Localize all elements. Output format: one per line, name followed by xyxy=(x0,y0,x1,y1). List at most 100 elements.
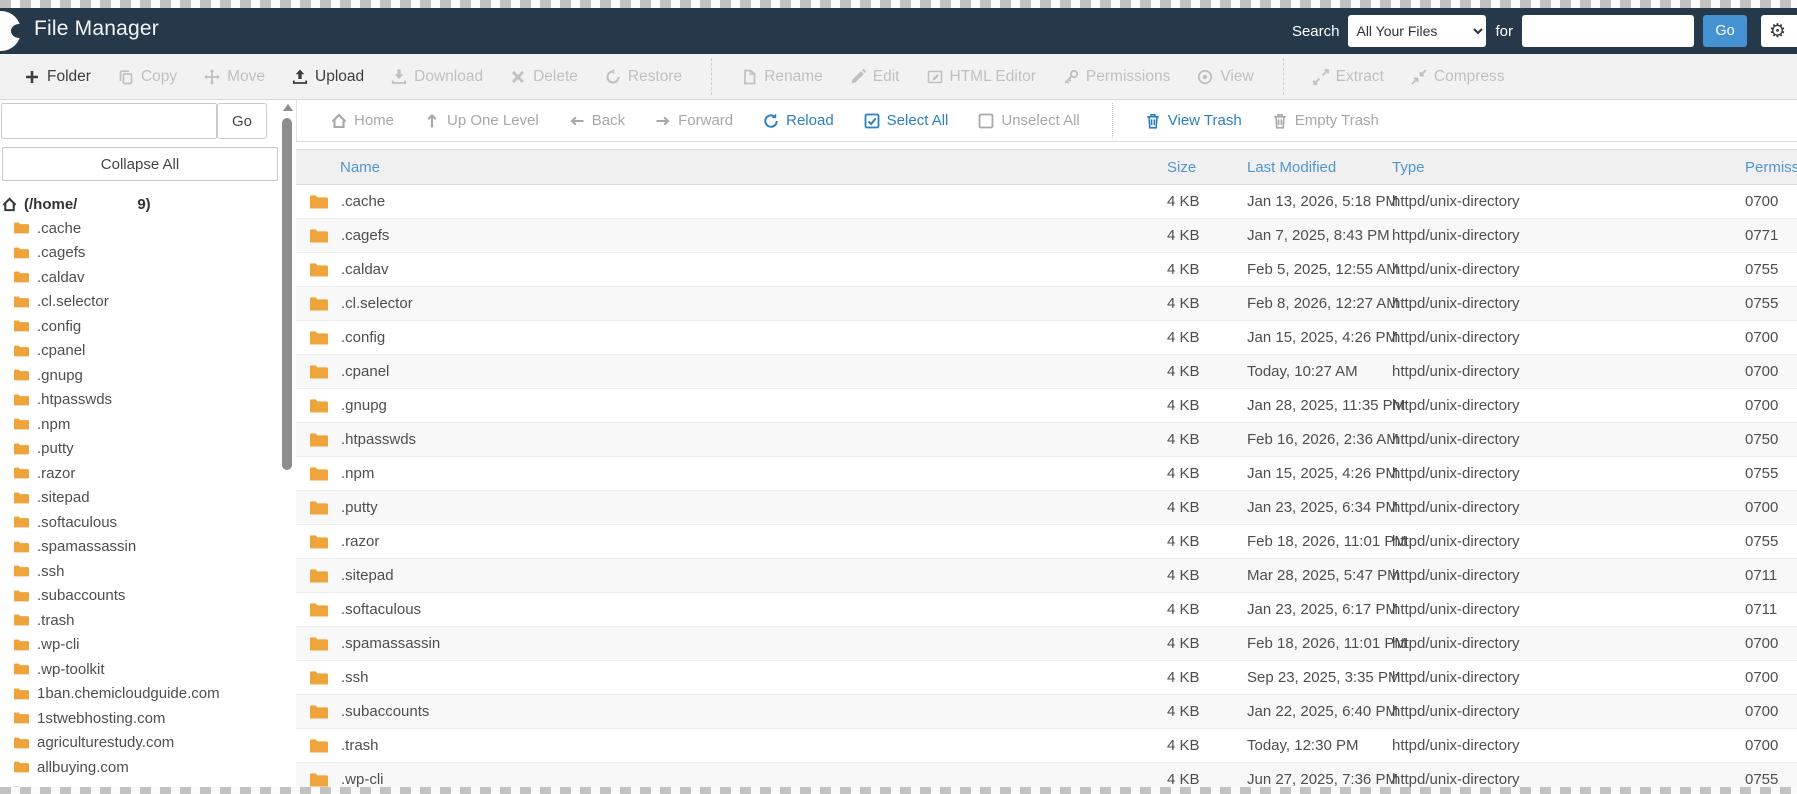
folder-icon xyxy=(310,398,328,412)
move-icon xyxy=(204,68,221,85)
sidebar-folder-item[interactable]: .razor xyxy=(0,461,281,486)
column-header-name[interactable]: Name xyxy=(310,159,1167,176)
search-go-button[interactable]: Go xyxy=(1703,15,1747,47)
table-row[interactable]: .putty 4 KB Jan 23, 2025, 6:34 PM httpd/… xyxy=(296,491,1797,525)
folder-icon xyxy=(310,466,328,480)
upload-button[interactable]: Upload xyxy=(292,68,364,86)
sidebar-folder-item[interactable]: 1ban.chemicloudguide.com xyxy=(0,682,281,707)
empty-trash-button[interactable]: Empty Trash xyxy=(1272,112,1379,129)
collapse-all-button[interactable]: Collapse All xyxy=(2,147,278,181)
table-row[interactable]: .htpasswds 4 KB Feb 16, 2026, 2:36 AM ht… xyxy=(296,423,1797,457)
column-header-size[interactable]: Size xyxy=(1167,159,1247,176)
file-name: .cagefs xyxy=(341,227,390,244)
new-folder-button[interactable]: Folder xyxy=(24,68,91,86)
app-header: File Manager Search All Your Files for G… xyxy=(0,8,1797,54)
table-row[interactable]: .cpanel 4 KB Today, 10:27 AM httpd/unix-… xyxy=(296,355,1797,389)
sidebar-scrollbar[interactable] xyxy=(281,102,294,794)
folder-icon xyxy=(310,636,328,650)
upload-icon xyxy=(292,69,308,84)
file-permissions: 0700 xyxy=(1745,363,1779,380)
extract-button[interactable]: Extract xyxy=(1312,68,1384,86)
sidebar-folder-item[interactable]: .cagefs xyxy=(0,241,281,266)
sidebar-folder-item[interactable]: .subaccounts xyxy=(0,584,281,609)
rename-button[interactable]: Rename xyxy=(741,68,823,86)
table-row[interactable]: .config 4 KB Jan 15, 2025, 4:26 PM httpd… xyxy=(296,321,1797,355)
sidebar-folder-item[interactable]: .cl.selector xyxy=(0,290,281,315)
delete-button[interactable]: Delete xyxy=(510,68,578,86)
copy-button[interactable]: Copy xyxy=(118,68,177,86)
file-name: .wp-cli xyxy=(341,771,384,788)
table-row[interactable]: .cagefs 4 KB Jan 7, 2025, 8:43 PM httpd/… xyxy=(296,219,1797,253)
edit-button[interactable]: Edit xyxy=(850,68,900,86)
tree-root-home[interactable]: (/home/9) xyxy=(0,192,281,216)
table-row[interactable]: .npm 4 KB Jan 15, 2025, 4:26 PM httpd/un… xyxy=(296,457,1797,491)
folder-icon xyxy=(310,296,328,310)
sidebar-folder-item[interactable]: .ssh xyxy=(0,559,281,584)
column-header-last-modified[interactable]: Last Modified xyxy=(1247,159,1392,176)
sidebar-folder-item[interactable]: .sitepad xyxy=(0,486,281,511)
compress-icon xyxy=(1411,68,1427,85)
file-type: httpd/unix-directory xyxy=(1392,363,1520,380)
table-row[interactable]: .sitepad 4 KB Mar 28, 2025, 5:47 PM http… xyxy=(296,559,1797,593)
table-row[interactable]: .trash 4 KB Today, 12:30 PM httpd/unix-d… xyxy=(296,729,1797,763)
search-input[interactable] xyxy=(1522,15,1694,47)
sidebar-folder-item[interactable]: .cpanel xyxy=(0,339,281,364)
unselect-all-button[interactable]: Unselect All xyxy=(978,112,1080,129)
sidebar-folder-item[interactable]: 1stwebhosting.com xyxy=(0,706,281,731)
sidebar-folder-item[interactable]: .softaculous xyxy=(0,510,281,535)
folder-icon xyxy=(310,602,328,616)
file-permissions: 0700 xyxy=(1745,499,1779,516)
table-row[interactable]: .gnupg 4 KB Jan 28, 2025, 11:35 PM httpd… xyxy=(296,389,1797,423)
scrollbar-thumb[interactable] xyxy=(282,118,292,470)
table-row[interactable]: .ssh 4 KB Sep 23, 2025, 3:35 PM httpd/un… xyxy=(296,661,1797,695)
forward-button[interactable]: Forward xyxy=(655,112,733,129)
back-button[interactable]: Back xyxy=(569,112,625,129)
path-go-button[interactable]: Go xyxy=(217,103,267,139)
download-button[interactable]: Download xyxy=(391,68,483,86)
sidebar-folder-item[interactable]: .caldav xyxy=(0,265,281,290)
sidebar-folder-item[interactable]: .trash xyxy=(0,608,281,633)
move-button[interactable]: Move xyxy=(204,68,265,86)
restore-button[interactable]: Restore xyxy=(605,68,682,86)
table-row[interactable]: .softaculous 4 KB Jan 23, 2025, 6:17 PM … xyxy=(296,593,1797,627)
reload-button[interactable]: Reload xyxy=(763,112,834,129)
sidebar-folder-item[interactable]: .gnupg xyxy=(0,363,281,388)
column-header-permissions[interactable]: Permissions xyxy=(1745,159,1797,176)
table-row[interactable]: .cl.selector 4 KB Feb 8, 2026, 12:27 AM … xyxy=(296,287,1797,321)
up-one-level-button[interactable]: Up One Level xyxy=(424,112,539,129)
view-button[interactable]: View xyxy=(1197,68,1254,86)
sidebar-folder-item[interactable]: .wp-toolkit xyxy=(0,657,281,682)
folder-icon xyxy=(14,271,29,283)
scroll-up-arrow-icon[interactable] xyxy=(283,104,293,111)
eye-icon xyxy=(1198,69,1213,84)
table-row[interactable]: .subaccounts 4 KB Jan 22, 2025, 6:40 PM … xyxy=(296,695,1797,729)
path-input[interactable] xyxy=(1,103,217,139)
sidebar-folder-item[interactable]: .config xyxy=(0,314,281,339)
file-size: 4 KB xyxy=(1167,601,1200,618)
sidebar-folder-item[interactable]: .npm xyxy=(0,412,281,437)
search-scope-select[interactable]: All Your Files xyxy=(1348,15,1487,47)
compress-button[interactable]: Compress xyxy=(1411,68,1505,86)
file-type: httpd/unix-directory xyxy=(1392,193,1520,210)
home-button[interactable]: Home xyxy=(331,112,394,129)
sidebar-folder-item[interactable]: .putty xyxy=(0,437,281,462)
table-row[interactable]: .cache 4 KB Jan 13, 2026, 5:18 PM httpd/… xyxy=(296,185,1797,219)
permissions-button[interactable]: Permissions xyxy=(1063,68,1170,86)
html-editor-button[interactable]: HTML Editor xyxy=(927,68,1036,86)
table-row[interactable]: .caldav 4 KB Feb 5, 2025, 12:55 AM httpd… xyxy=(296,253,1797,287)
table-row[interactable]: .spamassassin 4 KB Feb 18, 2026, 11:01 P… xyxy=(296,627,1797,661)
sidebar-folder-item[interactable]: .spamassassin xyxy=(0,535,281,560)
table-row[interactable]: .razor 4 KB Feb 18, 2026, 11:01 PM httpd… xyxy=(296,525,1797,559)
cpanel-logo-icon xyxy=(0,11,28,51)
sidebar-folder-item[interactable]: allbuying.com xyxy=(0,755,281,780)
sidebar-folder-item[interactable]: .htpasswds xyxy=(0,388,281,413)
sidebar-folder-item[interactable]: agriculturestudy.com xyxy=(0,731,281,756)
folder-icon xyxy=(310,330,328,344)
sidebar-folder-item[interactable]: .cache xyxy=(0,216,281,241)
column-header-type[interactable]: Type xyxy=(1392,159,1745,176)
view-trash-button[interactable]: View Trash xyxy=(1145,112,1242,129)
file-type: httpd/unix-directory xyxy=(1392,533,1520,550)
settings-button[interactable]: ⚙ xyxy=(1761,15,1797,47)
select-all-button[interactable]: Select All xyxy=(864,112,948,129)
sidebar-folder-item[interactable]: .wp-cli xyxy=(0,633,281,658)
